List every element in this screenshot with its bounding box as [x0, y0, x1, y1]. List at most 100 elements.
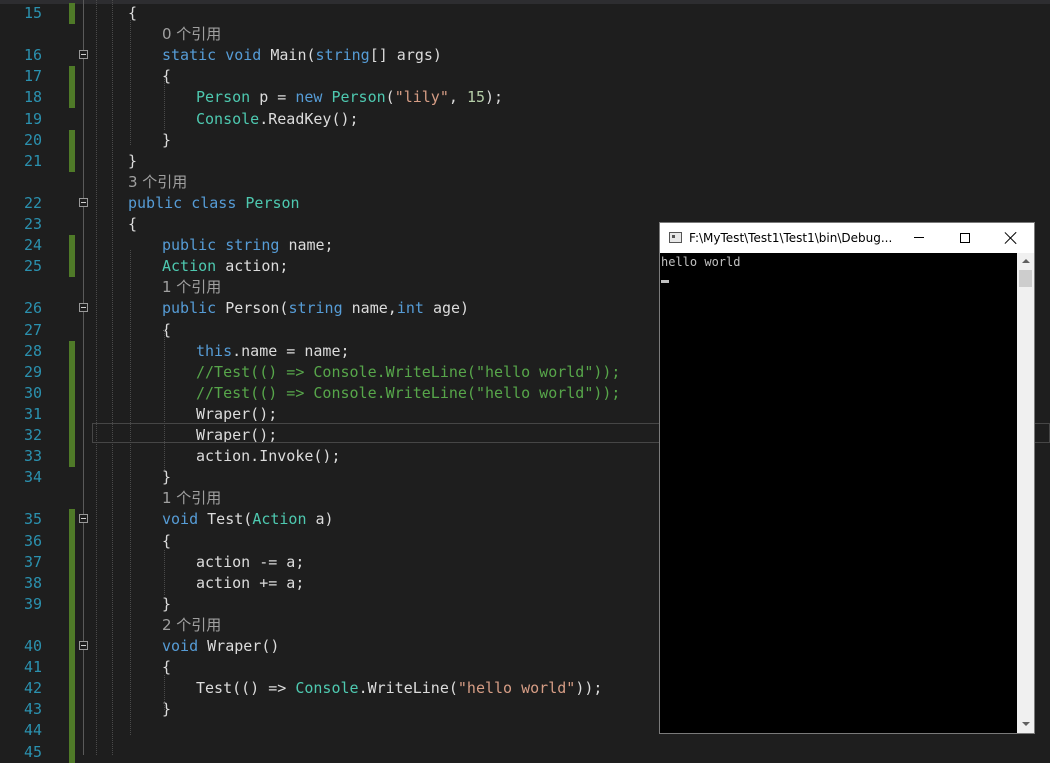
reference-count-link[interactable]: 1 个引用 — [162, 277, 221, 298]
indent-guide — [164, 75, 165, 130]
code-text[interactable]: } — [128, 151, 137, 172]
code-token: string — [315, 46, 370, 65]
code-token: action -= a; — [196, 552, 305, 571]
reference-count-link[interactable]: 1 个引用 — [162, 488, 221, 509]
code-token: action += a; — [196, 573, 305, 592]
code-token: void — [162, 637, 208, 655]
code-token: )); — [575, 679, 603, 698]
code-text[interactable]: Action action; — [162, 256, 288, 277]
code-token: void — [162, 510, 208, 529]
code-line: 21} — [0, 151, 1050, 172]
line-number: 38 — [23, 573, 42, 592]
line-number: 23 — [23, 215, 42, 233]
code-text[interactable]: action -= a; — [196, 552, 304, 573]
code-text[interactable]: this.name = name; — [196, 341, 350, 362]
line-number: 16 — [23, 46, 42, 65]
line-number: 20 — [23, 130, 42, 149]
line-number: 25 — [23, 257, 42, 276]
code-text[interactable]: public Person(string name,int age) — [162, 298, 469, 319]
console-app-icon[interactable] — [669, 232, 682, 243]
code-token: Action — [162, 257, 217, 276]
indent-guide — [112, 0, 113, 755]
code-token: Person — [196, 88, 251, 107]
line-number: 19 — [23, 109, 42, 128]
collapse-toggle-icon[interactable] — [79, 514, 88, 524]
code-token: Person( — [225, 299, 289, 318]
code-text[interactable]: { — [128, 214, 137, 235]
collapse-toggle-icon[interactable] — [79, 303, 88, 313]
code-token: { — [128, 215, 138, 233]
code-token: "hello world" — [457, 679, 576, 698]
code-token: name; — [288, 236, 334, 255]
line-number: 39 — [23, 594, 42, 613]
code-text[interactable]: public class Person — [128, 193, 300, 214]
code-text[interactable]: void Test(Action a) — [162, 509, 334, 530]
code-line: 19 Console.ReadKey(); — [0, 109, 1050, 130]
codelens-row: 0 个引用 — [0, 24, 1050, 45]
scroll-thumb[interactable] — [1019, 270, 1032, 287]
close-button[interactable] — [988, 223, 1034, 253]
indent-guide — [96, 0, 97, 755]
indent-guide — [130, 250, 131, 735]
code-token: Action — [252, 510, 307, 529]
line-number: 31 — [23, 404, 42, 423]
line-number: 15 — [23, 4, 42, 22]
scroll-up-arrow-icon[interactable] — [1017, 253, 1034, 270]
code-token: } — [128, 151, 138, 170]
code-text[interactable]: //Test(() => Console.WriteLine("hello wo… — [196, 362, 620, 383]
scroll-down-arrow-icon[interactable] — [1017, 716, 1034, 733]
code-token: action.Invoke(); — [196, 447, 341, 466]
reference-count-link[interactable]: 2 个引用 — [162, 615, 221, 636]
maximize-button[interactable] — [942, 223, 988, 253]
code-text[interactable]: static void Main(string[] args) — [162, 45, 442, 66]
line-number: 37 — [23, 552, 42, 571]
code-token: .ReadKey(); — [259, 109, 359, 128]
code-text[interactable]: action += a; — [196, 573, 304, 594]
code-token: ); — [485, 88, 504, 107]
code-token: Console — [295, 679, 359, 698]
console-window[interactable]: F:\MyTest\Test1\Test1\bin\Debug... hello… — [659, 222, 1035, 734]
code-token: ( — [385, 88, 395, 107]
line-number: 34 — [23, 468, 42, 487]
minimize-button[interactable] — [896, 223, 942, 253]
line-number: 24 — [23, 236, 42, 255]
line-number: 40 — [23, 637, 42, 655]
code-text[interactable]: //Test(() => Console.WriteLine("hello wo… — [196, 383, 620, 404]
console-title-bar[interactable]: F:\MyTest\Test1\Test1\bin\Debug... — [660, 223, 1034, 253]
code-text[interactable]: public string name; — [162, 235, 334, 256]
code-token: public — [162, 236, 226, 255]
console-title: F:\MyTest\Test1\Test1\bin\Debug... — [689, 231, 893, 245]
code-text[interactable]: Wraper(); — [196, 404, 277, 425]
line-number: 33 — [23, 447, 42, 466]
console-output-line: hello world — [661, 255, 741, 269]
line-number: 21 — [23, 151, 42, 170]
code-token: Test(() => — [196, 679, 296, 698]
codelens-row: 3 个引用 — [0, 172, 1050, 193]
close-icon — [1004, 231, 1018, 245]
reference-count-link[interactable]: 0 个引用 — [162, 24, 221, 45]
code-text[interactable]: } — [162, 130, 171, 151]
code-text[interactable]: void Wraper() — [162, 636, 279, 657]
code-token: a) — [306, 510, 334, 529]
code-line: 15{ — [0, 3, 1050, 24]
collapse-toggle-icon[interactable] — [79, 50, 88, 60]
line-number: 41 — [23, 658, 42, 677]
code-token: string — [288, 299, 352, 318]
line-number: 44 — [23, 721, 42, 740]
code-text[interactable]: } — [162, 594, 171, 615]
code-text[interactable]: action.Invoke(); — [196, 446, 341, 467]
code-token: this — [196, 341, 233, 360]
code-token: { — [162, 531, 172, 550]
collapse-toggle-icon[interactable] — [79, 197, 88, 207]
code-text[interactable]: Console.ReadKey(); — [196, 109, 359, 130]
code-text[interactable]: Person p = new Person("lily", 15); — [196, 87, 503, 108]
code-token: "lily" — [394, 88, 449, 107]
reference-count-link[interactable]: 3 个引用 — [128, 172, 187, 193]
collapse-toggle-icon[interactable] — [79, 641, 88, 650]
console-scrollbar[interactable] — [1017, 253, 1034, 733]
code-text[interactable]: { — [162, 531, 171, 552]
line-number: 45 — [23, 742, 42, 761]
code-text[interactable]: Test(() => Console.WriteLine("hello worl… — [196, 678, 602, 699]
console-output-area[interactable]: hello world — [660, 253, 1017, 733]
code-text[interactable]: } — [162, 467, 171, 488]
